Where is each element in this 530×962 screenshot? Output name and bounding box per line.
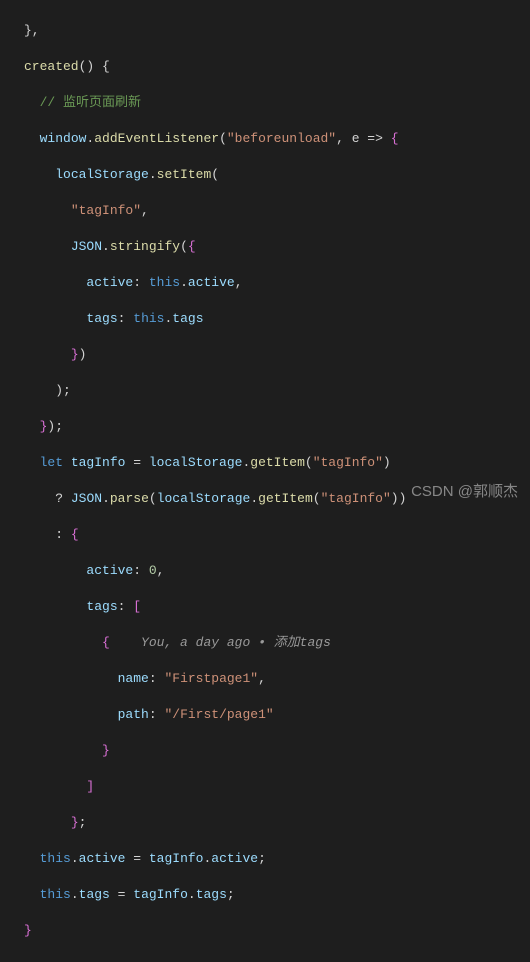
code-line[interactable]: path: "/First/page1" <box>24 706 530 724</box>
code-line[interactable]: active: 0, <box>24 562 530 580</box>
method-name: created <box>24 59 79 74</box>
code-line[interactable]: }); <box>24 418 530 436</box>
code-line[interactable]: localStorage.setItem( <box>24 166 530 184</box>
code-line[interactable]: window.addEventListener("beforeunload", … <box>24 130 530 148</box>
code-line[interactable]: } <box>24 742 530 760</box>
code-line[interactable]: }, <box>24 22 530 40</box>
comment: // 监听页面刷新 <box>40 95 141 110</box>
code-line[interactable]: ] <box>24 778 530 796</box>
code-editor[interactable]: }, created() { // 监听页面刷新 window.addEvent… <box>0 0 530 962</box>
code-line[interactable]: this.tags = tagInfo.tags; <box>24 886 530 904</box>
code-line[interactable]: this.active = tagInfo.active; <box>24 850 530 868</box>
gitlens-annotation: You, a day ago • 添加tags <box>141 635 331 650</box>
code-line[interactable]: active: this.active, <box>24 274 530 292</box>
code-line[interactable]: let tagInfo = localStorage.getItem("tagI… <box>24 454 530 472</box>
code-line[interactable]: tags: this.tags <box>24 310 530 328</box>
code-line[interactable]: : { <box>24 526 530 544</box>
code-line[interactable]: name: "Firstpage1", <box>24 670 530 688</box>
code-line[interactable]: // 监听页面刷新 <box>24 94 530 112</box>
code-line[interactable]: "tagInfo", <box>24 202 530 220</box>
code-line[interactable]: created() { <box>24 58 530 76</box>
code-line[interactable]: }; <box>24 814 530 832</box>
code-line[interactable]: }) <box>24 346 530 364</box>
code-line[interactable]: tags: [ <box>24 598 530 616</box>
code-line[interactable]: JSON.stringify({ <box>24 238 530 256</box>
brace: }, <box>24 23 40 38</box>
code-line[interactable]: } <box>24 922 530 940</box>
code-line[interactable]: ); <box>24 382 530 400</box>
code-line[interactable]: ? JSON.parse(localStorage.getItem("tagIn… <box>24 490 530 508</box>
code-line[interactable]: { You, a day ago • 添加tags <box>24 634 530 652</box>
